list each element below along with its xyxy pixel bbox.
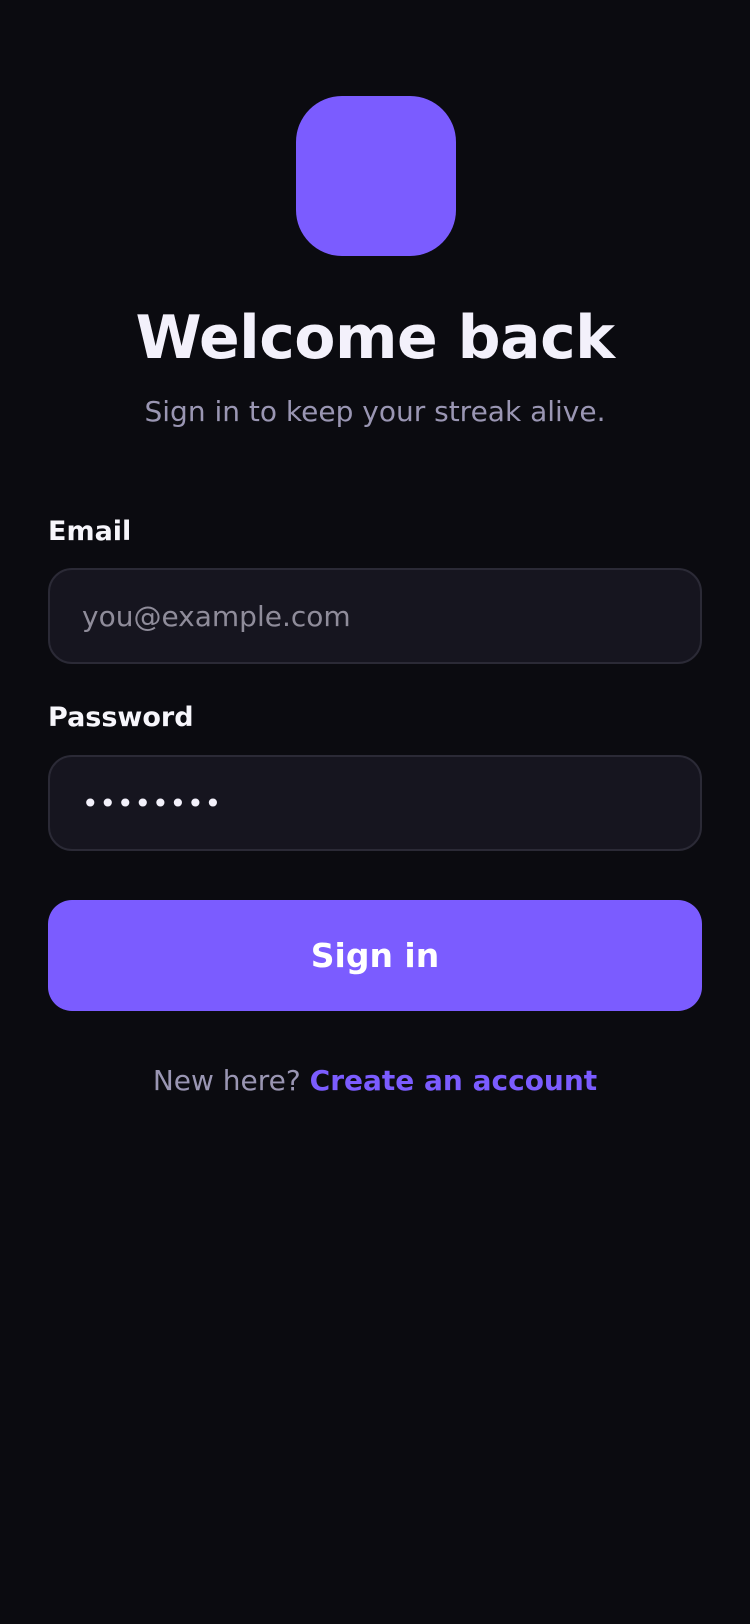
signup-prompt: New here? Create an account [0,1063,750,1099]
password-input[interactable] [48,755,702,851]
app-logo-icon [296,96,456,256]
create-account-link[interactable]: Create an account [310,1064,598,1097]
email-label: Email [48,516,132,547]
password-label: Password [48,702,194,733]
sign-in-button[interactable]: Sign in [48,900,702,1011]
login-screen: Welcome back Sign in to keep your streak… [0,0,750,1624]
page-subtitle: Sign in to keep your streak alive. [144,395,606,428]
page-title: Welcome back [135,303,615,373]
signup-prompt-text: New here? [152,1064,301,1097]
email-input[interactable] [48,568,702,664]
